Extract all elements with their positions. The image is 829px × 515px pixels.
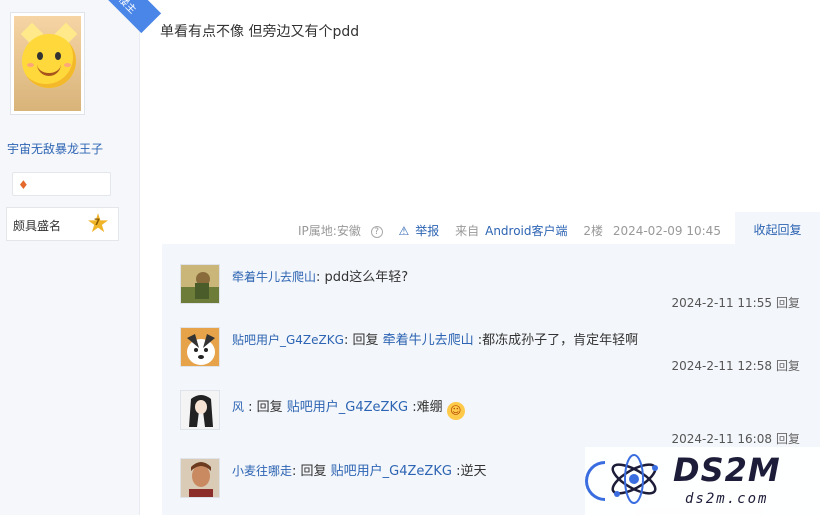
anime-girl-avatar-icon (181, 391, 219, 429)
help-icon[interactable]: ? (370, 225, 383, 238)
reply-username[interactable]: 牵着牛儿去爬山 (232, 270, 316, 284)
reply-separator: : (244, 400, 253, 415)
site-watermark: DS2M ds2m.com (585, 447, 829, 515)
smiley-face (22, 34, 76, 88)
warning-icon: ⚠ (398, 224, 410, 238)
source-link[interactable]: Android客户端 (485, 224, 567, 238)
avatar-eye-right (55, 52, 61, 60)
author-name-link[interactable]: 宇宙无敌暴龙王子 (7, 140, 103, 157)
author-panel: 楼主 宇宙无敌暴龙王子 ♦ 颇具盛名 ★ 7 (0, 0, 162, 515)
atom-logo-icon (611, 454, 658, 504)
collapse-replies-button[interactable]: 收起回复 (735, 212, 820, 248)
report-link[interactable]: ⚠ 举报 (398, 224, 445, 238)
avatar-blush-right (64, 63, 71, 67)
ip-location-text: IP属地:安徽 (298, 224, 361, 238)
reply-time: 2024-2-11 16:08 (671, 432, 772, 446)
reply-meta: 2024-2-11 12:58 回复 (671, 357, 800, 374)
ip-location: IP属地:安徽 ? (298, 224, 389, 238)
reply-line: 贴吧用户_G4ZeZKG: 回复 牵着牛儿去爬山 :都冻成孙子了，肯定年轻啊 (232, 329, 638, 348)
reply-text: :难绷 (408, 400, 443, 415)
avatar-mouth (37, 64, 61, 76)
painting-avatar-icon (181, 265, 219, 303)
reply-button[interactable]: 回复 (776, 359, 800, 373)
reply-avatar[interactable] (180, 458, 220, 498)
reply-word: 回复 (348, 333, 383, 348)
post-datetime: 2024-02-09 10:45 (612, 224, 721, 238)
reply-username[interactable]: 风 (232, 400, 244, 414)
reply-avatar[interactable] (180, 264, 220, 304)
author-avatar[interactable] (10, 12, 85, 115)
post-meta: IP属地:安徽 ? ⚠ 举报 来自 Android客户端 2楼 2024-02-09… (298, 222, 727, 239)
gamepad-icon: ♦ (18, 178, 29, 192)
reply-word: 回复 (296, 464, 331, 479)
dog-avatar-icon (181, 328, 219, 366)
reply-text: pdd这么年轻? (320, 270, 409, 285)
reply-time: 2024-2-11 11:55 (671, 296, 772, 310)
reply-time: 2024-2-11 12:58 (671, 359, 772, 373)
reply-text: :逆天 (451, 464, 487, 479)
reply-to-user[interactable]: 牵着牛儿去爬山 (383, 333, 474, 348)
reply-button[interactable]: 回复 (776, 432, 800, 446)
reply-button[interactable]: 回复 (776, 296, 800, 310)
watermark-arc (585, 461, 605, 501)
author-level[interactable]: 颇具盛名 ★ 7 (6, 207, 119, 241)
floor-number: 2楼 (583, 224, 603, 238)
avatar-eye-left (37, 52, 43, 60)
person-avatar-icon (181, 459, 219, 497)
avatar-blush-left (27, 63, 34, 67)
reply-avatar[interactable] (180, 327, 220, 367)
reply-avatar[interactable] (180, 390, 220, 430)
post-source: 来自 Android客户端 (455, 224, 573, 238)
reply-to-user[interactable]: 贴吧用户_G4ZeZKG (287, 400, 408, 415)
reply-line: 小麦往哪走: 回复 贴吧用户_G4ZeZKG :逆天 (232, 460, 486, 479)
reply-line: 牵着牛儿去爬山: pdd这么年轻? (232, 266, 408, 285)
reply-username[interactable]: 小麦往哪走 (232, 464, 292, 478)
reply-word: 回复 (252, 400, 287, 415)
smiley-avatar-image (14, 16, 81, 111)
reply-meta: 2024-2-11 16:08 回复 (671, 430, 800, 447)
reply-username[interactable]: 贴吧用户_G4ZeZKG (232, 333, 344, 347)
reply-meta: 2024-2-11 11:55 回复 (671, 294, 800, 311)
post-content: 单看有点不像 但旁边又有个pdd (160, 24, 360, 40)
reply-to-user[interactable]: 贴吧用户_G4ZeZKG (331, 464, 452, 479)
level-title: 颇具盛名 (13, 219, 62, 233)
reply-text: :都冻成孙子了，肯定年轻啊 (473, 333, 639, 348)
source-prefix: 来自 (455, 224, 480, 238)
watermark-brand: DS2M (673, 451, 781, 489)
watermark-domain: ds2m.com (685, 491, 769, 507)
level-number: 7 (94, 218, 101, 228)
laughing-emoji-icon: ☺ (446, 402, 465, 420)
author-badge[interactable]: ♦ (12, 172, 111, 196)
reply-line: 风 : 回复 贴吧用户_G4ZeZKG :难绷 ☺ (232, 396, 465, 420)
op-ribbon: 楼主 (98, 0, 162, 34)
report-label: 举报 (415, 224, 440, 238)
